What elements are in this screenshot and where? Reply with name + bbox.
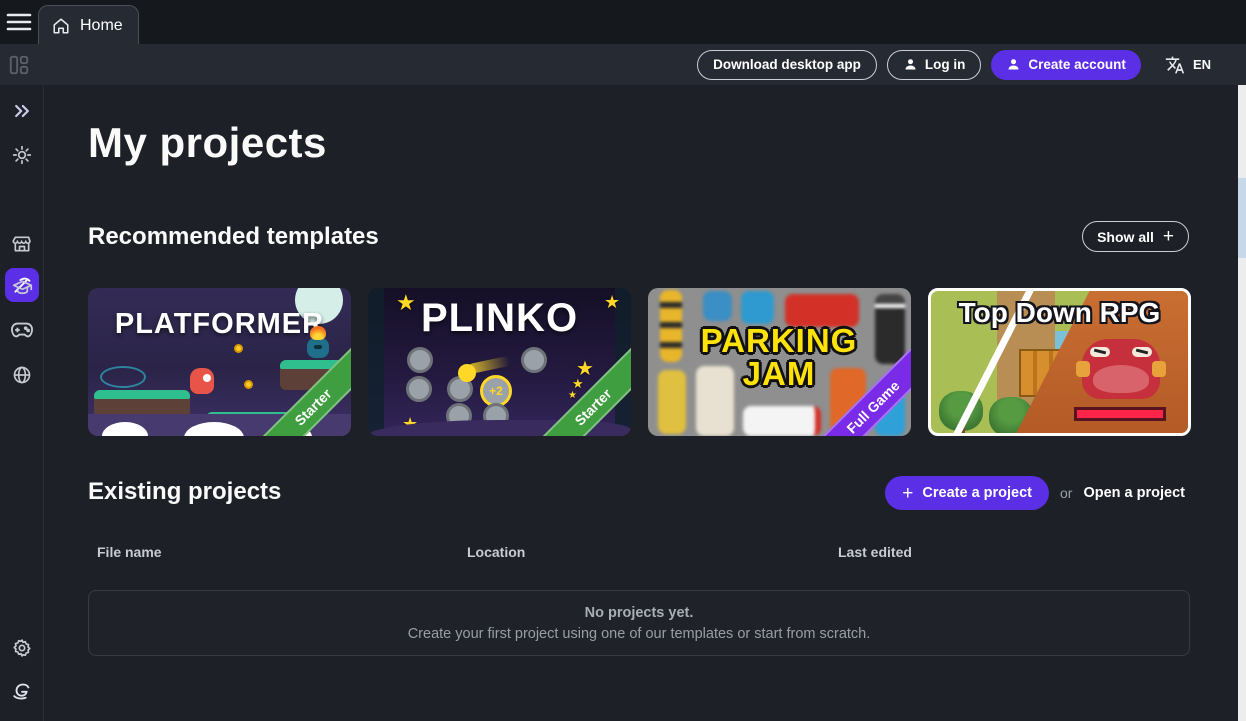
- person-icon: [1006, 57, 1021, 72]
- player-character-decoration: [190, 368, 214, 394]
- coin-decoration: [244, 380, 253, 389]
- flame-enemy-decoration: [307, 338, 329, 358]
- hamburger-menu-icon[interactable]: [6, 11, 32, 33]
- scrollbar-thumb[interactable]: [1238, 178, 1246, 258]
- sidebar-item-get-started[interactable]: [0, 145, 44, 165]
- sun-icon: [12, 145, 32, 165]
- empty-projects-placeholder: No projects yet. Create your first proje…: [88, 590, 1190, 656]
- storefront-icon: [12, 234, 32, 254]
- main-content: My projects Recommended templates Show a…: [45, 85, 1238, 721]
- download-desktop-app-button[interactable]: Download desktop app: [697, 50, 877, 80]
- page-title: My projects: [88, 119, 327, 167]
- double-chevron-right-icon: [11, 101, 33, 121]
- template-title: Top Down RPG: [931, 297, 1188, 329]
- tab-home-label: Home: [80, 17, 123, 35]
- star-icon: ★: [568, 390, 577, 401]
- gear-icon: [12, 638, 32, 658]
- template-title: PARKING JAM: [694, 324, 864, 390]
- empty-state-line1: No projects yet.: [585, 605, 694, 621]
- show-all-label: Show all: [1097, 229, 1154, 245]
- column-header-file-name: File name: [97, 544, 162, 560]
- show-all-button[interactable]: Show all +: [1082, 221, 1189, 252]
- health-bar-decoration: [1074, 407, 1166, 421]
- sidebar-item-shop[interactable]: [0, 234, 44, 254]
- graduation-cap-icon: [12, 277, 33, 298]
- sidebar-item-learn[interactable]: [0, 277, 44, 298]
- or-label: or: [1060, 485, 1072, 501]
- plus-icon: +: [902, 484, 913, 503]
- tab-bar: Home: [0, 0, 1246, 44]
- empty-state-line2: Create your first project using one of o…: [408, 626, 871, 642]
- layout-panels-icon[interactable]: [8, 54, 30, 76]
- translate-icon: [1165, 55, 1185, 75]
- sidebar-item-community[interactable]: [0, 365, 44, 385]
- vertical-scrollbar[interactable]: [1238, 85, 1246, 721]
- language-label: EN: [1193, 57, 1211, 72]
- sidebar-item-play[interactable]: [0, 321, 44, 339]
- login-label: Log in: [925, 57, 966, 72]
- coin-decoration: [234, 344, 243, 353]
- template-card-top-down-rpg[interactable]: Top Down RPG: [928, 288, 1191, 436]
- gdevelop-logo-icon: [11, 681, 33, 703]
- template-cards: PLATFORMER Starter PLINKO +2: [88, 288, 1191, 436]
- plus-icon: +: [1163, 227, 1174, 246]
- sidebar-item-about[interactable]: [0, 681, 44, 703]
- column-header-last-edited: Last edited: [838, 544, 912, 560]
- open-project-link[interactable]: Open a project: [1083, 485, 1185, 501]
- frog-boss-decoration: [1082, 339, 1160, 399]
- person-icon: [903, 57, 918, 72]
- login-button[interactable]: Log in: [887, 50, 982, 80]
- globe-icon: [12, 365, 32, 385]
- download-desktop-app-label: Download desktop app: [713, 57, 861, 72]
- column-header-location: Location: [467, 544, 525, 560]
- create-project-button[interactable]: + Create a project: [885, 476, 1049, 510]
- sidebar: [0, 85, 44, 721]
- sidebar-item-preferences[interactable]: [0, 638, 44, 658]
- peg-decoration: [521, 347, 547, 373]
- create-account-button[interactable]: Create account: [991, 50, 1141, 80]
- gamepad-icon: [11, 321, 33, 339]
- star-icon: ★: [604, 292, 620, 313]
- peg-decoration: [406, 376, 432, 402]
- template-card-parking-jam[interactable]: PARKING JAM Full Game: [648, 288, 911, 436]
- sidebar-item-expand[interactable]: [0, 101, 44, 121]
- existing-projects-heading: Existing projects: [88, 478, 281, 506]
- tab-home[interactable]: Home: [38, 5, 139, 45]
- peg-decoration: [407, 347, 433, 373]
- peg-label: +2: [489, 384, 503, 398]
- home-icon: [52, 17, 70, 35]
- ball-decoration: [458, 364, 476, 382]
- create-account-label: Create account: [1028, 57, 1126, 72]
- template-card-platformer[interactable]: PLATFORMER Starter: [88, 288, 351, 436]
- create-project-label: Create a project: [922, 485, 1032, 501]
- language-selector[interactable]: EN: [1165, 55, 1211, 75]
- star-icon: ★: [396, 290, 416, 316]
- template-card-plinko[interactable]: PLINKO +2 ★ ★ ★ ★ ★ ★ Starter: [368, 288, 631, 436]
- recommended-templates-heading: Recommended templates: [88, 223, 379, 251]
- eye-decoration: [100, 366, 146, 388]
- toolbar: Download desktop app Log in Create accou…: [0, 44, 1246, 85]
